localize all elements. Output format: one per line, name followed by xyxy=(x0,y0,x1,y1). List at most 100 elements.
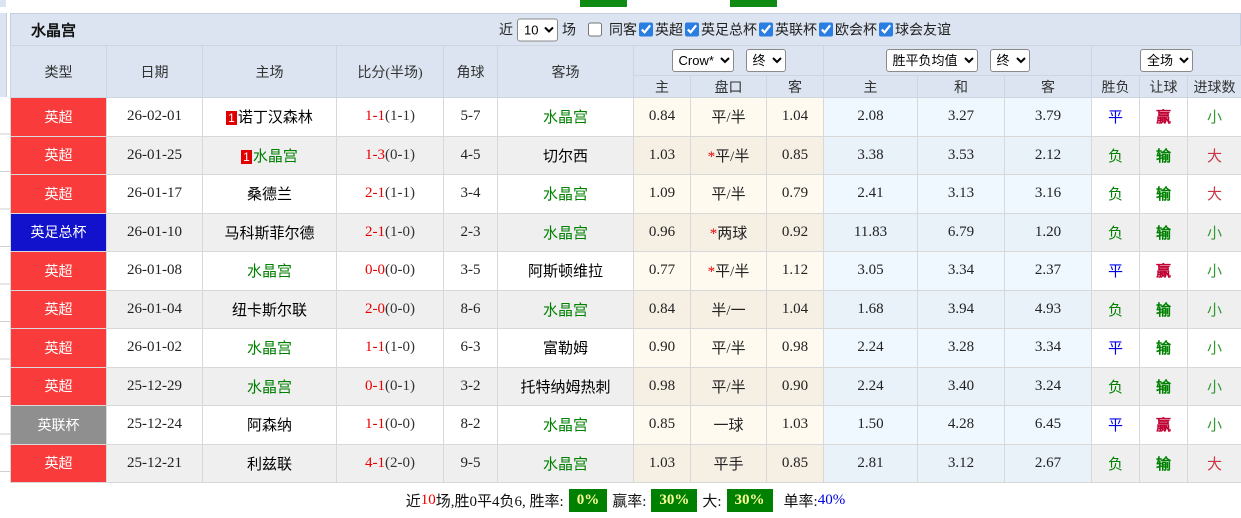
away-team-cell: 水晶宫 xyxy=(498,406,634,445)
table-row: 英超 26-02-01 1诺丁汉森林 1-1(1-1) 5-7 水晶宫 0.84… xyxy=(11,98,1241,137)
sub-header-handicap-result: 让球 xyxy=(1140,76,1188,98)
avg-time-select[interactable]: 终 xyxy=(990,49,1030,72)
recent-count-select[interactable]: 10 xyxy=(517,18,558,41)
away-team: 托特纳姆热刺 xyxy=(520,380,610,396)
halftime-score: (2-0) xyxy=(385,455,415,471)
winlose-result: 负 xyxy=(1092,175,1140,214)
filter-league-cup[interactable]: 英联杯 xyxy=(759,20,817,40)
handicap-result: 输 xyxy=(1140,329,1188,368)
corner-count: 6-3 xyxy=(444,329,498,368)
handicap-result: 输 xyxy=(1140,367,1188,406)
filter-checkbox-same-away[interactable] xyxy=(588,23,602,37)
away-team-cell: 托特纳姆热刺 xyxy=(498,367,634,406)
top-cutoff-strip xyxy=(0,0,1241,13)
filter-checkbox-fa-cup[interactable] xyxy=(685,23,699,37)
home-team: 阿森纳 xyxy=(247,418,292,434)
goals-result: 小 xyxy=(1188,252,1241,291)
filter-same-away[interactable]: 同客 xyxy=(584,20,637,40)
edge-blue-block xyxy=(0,0,6,7)
avg-away-odds: 3.34 xyxy=(1005,329,1092,368)
handicap-cell: 平手 xyxy=(691,444,767,483)
away-team-cell: 水晶宫 xyxy=(498,290,634,329)
away-team-cell: 阿斯顿维拉 xyxy=(498,252,634,291)
title-bar: 水晶宫 近 10 场 同客英超英足总杯英联杯欧会杯球会友谊 xyxy=(10,13,1241,45)
filter-club-friendly[interactable]: 球会友谊 xyxy=(879,20,951,40)
goals-result: 小 xyxy=(1188,213,1241,252)
halftime-score: (1-0) xyxy=(385,224,415,240)
filter-checkbox-club-friendly[interactable] xyxy=(879,23,893,37)
sub-header-goals: 进球数 xyxy=(1188,76,1241,98)
col-header-home: 主场 xyxy=(203,46,337,98)
home-team-cell: 水晶宫 xyxy=(203,252,337,291)
home-team-cell: 利兹联 xyxy=(203,444,337,483)
home-team-cell: 阿森纳 xyxy=(203,406,337,445)
handicap-cell: 半/一 xyxy=(691,290,767,329)
corner-count: 3-5 xyxy=(444,252,498,291)
competition-badge: 英足总杯 xyxy=(11,213,107,252)
fulltime-score: 4-1 xyxy=(365,455,385,471)
winlose-result: 负 xyxy=(1092,367,1140,406)
handicap-cell: *平/半 xyxy=(691,252,767,291)
match-date: 25-12-24 xyxy=(107,406,203,445)
competition-filter-checkboxes: 同客英超英足总杯英联杯欧会杯球会友谊 xyxy=(582,20,951,40)
handicap-cell: 一球 xyxy=(691,406,767,445)
fulltime-score: 2-0 xyxy=(365,301,385,317)
edge-row-ticks xyxy=(0,97,10,472)
away-odds: 1.03 xyxy=(767,406,824,445)
goals-result: 小 xyxy=(1188,406,1241,445)
fulltime-score: 1-1 xyxy=(365,416,385,432)
handicap-text: 平/半 xyxy=(711,341,745,357)
match-date: 25-12-29 xyxy=(107,367,203,406)
filter-checkbox-league-cup[interactable] xyxy=(759,23,773,37)
filter-epl[interactable]: 英超 xyxy=(639,20,683,40)
goals-result: 小 xyxy=(1188,367,1241,406)
filter-conference-league[interactable]: 欧会杯 xyxy=(819,20,877,40)
filter-checkbox-epl[interactable] xyxy=(639,23,653,37)
table-row: 英超 25-12-21 利兹联 4-1(2-0) 9-5 水晶宫 1.03 平手… xyxy=(11,444,1241,483)
away-odds: 0.79 xyxy=(767,175,824,214)
fulltime-score: 1-1 xyxy=(365,339,385,355)
bookmaker-select[interactable]: Crow* xyxy=(672,49,734,72)
filter-label-conference-league: 欧会杯 xyxy=(835,20,877,40)
cutoff-green-badge xyxy=(730,0,777,7)
fulltime-score: 2-1 xyxy=(365,224,385,240)
match-date: 26-02-01 xyxy=(107,98,203,137)
sub-header-odds-home: 主 xyxy=(634,76,691,98)
handicap-cell: *两球 xyxy=(691,213,767,252)
avg-away-odds: 3.79 xyxy=(1005,98,1092,137)
result-group-header: 全场 xyxy=(1092,46,1241,76)
avg-home-odds: 2.81 xyxy=(824,444,918,483)
period-select[interactable]: 全场 xyxy=(1140,49,1193,72)
away-odds: 0.98 xyxy=(767,329,824,368)
halftime-score: (0-1) xyxy=(385,147,415,163)
halftime-score: (0-0) xyxy=(385,262,415,278)
filter-bar: 近 10 场 同客英超英足总杯英联杯欧会杯球会友谊 xyxy=(499,18,951,41)
home-team: 水晶宫 xyxy=(253,149,298,165)
table-row: 英超 26-01-17 桑德兰 2-1(1-1) 3-4 水晶宫 1.09 平/… xyxy=(11,175,1241,214)
away-team-cell: 水晶宫 xyxy=(498,213,634,252)
handicap-text: 平/半 xyxy=(711,380,745,396)
filter-fa-cup[interactable]: 英足总杯 xyxy=(685,20,757,40)
competition-badge: 英超 xyxy=(11,252,107,291)
home-odds: 0.98 xyxy=(634,367,691,406)
filter-checkbox-conference-league[interactable] xyxy=(819,23,833,37)
handicap-cell: 平/半 xyxy=(691,175,767,214)
avg-away-odds: 2.12 xyxy=(1005,136,1092,175)
winlose-result: 负 xyxy=(1092,213,1140,252)
away-team-cell: 切尔西 xyxy=(498,136,634,175)
handicap-text: 平手 xyxy=(713,457,743,473)
home-team: 桑德兰 xyxy=(247,187,292,203)
handicap-result: 输 xyxy=(1140,444,1188,483)
score-cell: 0-1(0-1) xyxy=(337,367,444,406)
halftime-score: (1-1) xyxy=(385,185,415,201)
handicap-text: 平/半 xyxy=(711,110,745,126)
avg-draw-odds: 3.53 xyxy=(918,136,1005,175)
competition-badge: 英超 xyxy=(11,367,107,406)
odds-time-select[interactable]: 终 xyxy=(746,49,786,72)
single-rate-value: 40% xyxy=(818,492,846,509)
avg-type-select[interactable]: 胜平负均值 xyxy=(886,49,978,72)
match-date: 26-01-04 xyxy=(107,290,203,329)
winlose-result: 平 xyxy=(1092,329,1140,368)
away-odds: 1.12 xyxy=(767,252,824,291)
away-team-cell: 水晶宫 xyxy=(498,444,634,483)
